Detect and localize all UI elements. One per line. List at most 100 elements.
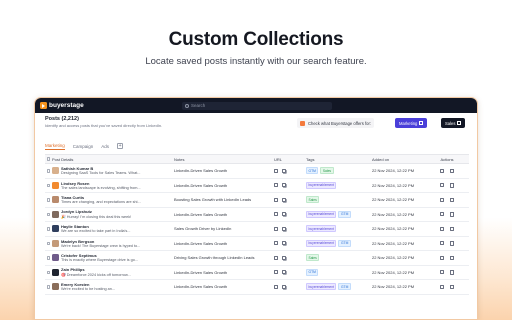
row-checkbox[interactable]	[46, 241, 51, 245]
table-row[interactable]: Lindsey Rosen The sales landscape is evo…	[45, 179, 469, 193]
table-row[interactable]: Emery Korsten We're excited to be hostin…	[45, 280, 469, 295]
delete-icon[interactable]	[450, 183, 454, 188]
table-row[interactable]: Tiana Curtis Times are changing, and exp…	[45, 193, 469, 208]
open-link-icon[interactable]	[274, 212, 278, 217]
edit-icon[interactable]	[440, 241, 445, 246]
tab-marketing[interactable]: Marketing	[45, 143, 65, 150]
tag-badge[interactable]: GTM	[338, 239, 351, 247]
open-link-icon[interactable]	[274, 284, 278, 289]
post-note: Driving Sales Growth through LinkedIn Le…	[174, 255, 255, 261]
avatar	[52, 254, 59, 262]
added-on-date: 22 Nov 2024, 12:22 PM	[372, 168, 415, 174]
delete-icon[interactable]	[450, 284, 454, 289]
delete-icon[interactable]	[450, 212, 454, 217]
tag-badge[interactable]: buyerenablement	[306, 283, 337, 291]
add-tab-icon[interactable]: +	[117, 143, 124, 149]
open-link-icon[interactable]	[274, 226, 278, 231]
open-link-icon[interactable]	[274, 270, 278, 275]
added-on-date: 22 Nov 2024, 12:22 PM	[372, 197, 415, 203]
post-note: Boosting Sales Growth with LinkedIn Lead…	[174, 197, 252, 203]
tag-badge[interactable]: Sales	[306, 196, 320, 204]
post-excerpt: We're excited to be hosting an...	[61, 287, 116, 292]
hero-subtitle: Locate saved posts instantly with our se…	[145, 56, 367, 67]
tag-badge[interactable]: buyerenablement	[306, 239, 337, 247]
edit-icon[interactable]	[440, 270, 445, 275]
brand-logo[interactable]: buyerstage	[40, 102, 84, 109]
delete-icon[interactable]	[450, 168, 454, 173]
row-checkbox[interactable]	[46, 212, 51, 216]
tag-badge[interactable]: buyerenablement	[306, 181, 337, 189]
delete-icon[interactable]	[450, 270, 454, 275]
tag-badge[interactable]: GTM	[338, 283, 351, 291]
row-checkbox[interactable]	[46, 256, 51, 260]
search-icon	[185, 103, 189, 108]
search-input[interactable]	[191, 103, 321, 108]
open-link-icon[interactable]	[274, 197, 278, 202]
open-link-icon[interactable]	[274, 168, 278, 173]
copy-icon[interactable]	[282, 284, 286, 289]
added-on-date: 22 Nov 2024, 12:22 PM	[372, 284, 415, 290]
table-row[interactable]: Madelyn Bergson We're back! The Buyersta…	[45, 237, 469, 251]
copy-icon[interactable]	[282, 183, 286, 188]
tag-badge[interactable]: GTM	[338, 210, 351, 218]
external-link-icon	[457, 121, 461, 125]
marketing-button[interactable]: Marketing	[395, 118, 427, 128]
edit-icon[interactable]	[440, 226, 445, 231]
tag-badge[interactable]: Sales	[320, 167, 334, 175]
edit-icon[interactable]	[440, 284, 445, 289]
added-on-date: 22 Nov 2024, 12:22 PM	[372, 269, 415, 275]
table-row[interactable]: Jordyn Lipshutz 🎉 Hurray! I'm closing th…	[45, 208, 469, 222]
tag-badge[interactable]: GTM	[306, 268, 319, 276]
external-link-icon	[419, 121, 423, 125]
copy-icon[interactable]	[282, 270, 286, 275]
tab-campaign[interactable]: Campaign	[73, 144, 94, 149]
table-row[interactable]: Sathish Kumar B Designing SaaS Tools for…	[45, 164, 469, 179]
edit-icon[interactable]	[440, 212, 445, 217]
column-post-details: Post Details	[52, 156, 74, 162]
delete-icon[interactable]	[450, 255, 454, 260]
edit-icon[interactable]	[440, 197, 445, 202]
row-checkbox[interactable]	[46, 169, 51, 173]
open-link-icon[interactable]	[274, 255, 278, 260]
delete-icon[interactable]	[450, 241, 454, 246]
edit-icon[interactable]	[440, 255, 445, 260]
row-checkbox[interactable]	[46, 198, 51, 202]
avatar	[52, 283, 59, 291]
tag-badge[interactable]: buyerenablement	[306, 210, 337, 218]
app-window: buyerstage Posts (2,212) Identify and ac…	[34, 97, 478, 320]
edit-icon[interactable]	[440, 168, 445, 173]
tag-badge[interactable]: buyerenablement	[306, 225, 337, 233]
edit-icon[interactable]	[440, 183, 445, 188]
post-note: LinkedIn-Driven Sales Growth	[174, 240, 228, 246]
post-note: LinkedIn-Driven Sales Growth	[174, 168, 228, 174]
buyerstage-logo-icon	[40, 102, 47, 109]
copy-icon[interactable]	[282, 226, 286, 231]
select-all-checkbox[interactable]	[46, 157, 51, 161]
open-link-icon[interactable]	[274, 183, 278, 188]
copy-icon[interactable]	[282, 241, 286, 246]
table-body: Sathish Kumar B Designing SaaS Tools for…	[45, 164, 469, 295]
copy-icon[interactable]	[282, 197, 286, 202]
row-checkbox[interactable]	[46, 270, 51, 274]
sales-button[interactable]: Sales	[441, 118, 465, 128]
post-excerpt: We are so excited to take part in India'…	[61, 229, 131, 234]
tab-ads[interactable]: Ads	[101, 144, 109, 149]
column-url: URL	[274, 156, 283, 162]
row-checkbox[interactable]	[46, 227, 51, 231]
delete-icon[interactable]	[450, 226, 454, 231]
copy-icon[interactable]	[282, 255, 286, 260]
megaphone-icon	[300, 120, 305, 126]
row-checkbox[interactable]	[46, 183, 51, 187]
tag-badge[interactable]: Sales	[306, 254, 320, 262]
search-box[interactable]	[182, 101, 332, 110]
tag-badge[interactable]: GTM	[306, 167, 319, 175]
copy-icon[interactable]	[282, 212, 286, 217]
table-row[interactable]: Zain Phillips 🎯 Dreamforce 2024 kicks of…	[45, 266, 469, 280]
open-link-icon[interactable]	[274, 241, 278, 246]
copy-icon[interactable]	[282, 168, 286, 173]
delete-icon[interactable]	[450, 197, 454, 202]
table-row[interactable]: Cristofer Septimus This is exactly where…	[45, 251, 469, 266]
row-checkbox[interactable]	[46, 285, 51, 289]
post-excerpt: We're back! The Buyerstage crew is hyped…	[61, 243, 141, 248]
table-row[interactable]: Haylie Stanton We are so excited to take…	[45, 222, 469, 237]
